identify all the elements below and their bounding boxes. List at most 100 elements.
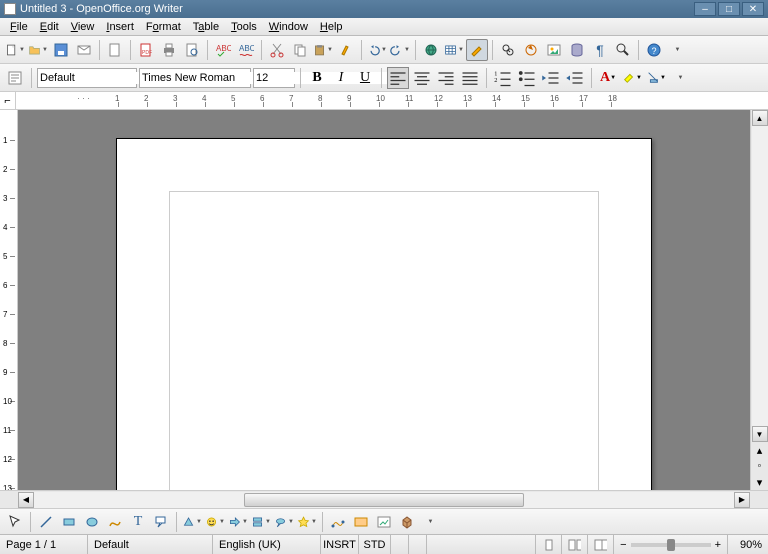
select-tool-button[interactable]	[4, 511, 26, 533]
bullet-list-button[interactable]	[516, 67, 538, 89]
underline-button[interactable]: U	[354, 67, 376, 89]
block-arrows-button[interactable]: ▼	[227, 511, 249, 533]
copy-button[interactable]	[289, 39, 311, 61]
redo-button[interactable]: ▼	[389, 39, 411, 61]
align-left-button[interactable]	[387, 67, 409, 89]
view-layout-book[interactable]	[588, 535, 614, 554]
tab-stop-selector[interactable]: ⌐	[0, 92, 16, 109]
format-paintbrush-button[interactable]	[335, 39, 357, 61]
zoom-slider[interactable]: − +	[614, 535, 728, 554]
gallery-button[interactable]	[543, 39, 565, 61]
vertical-ruler[interactable]: 1234567891011121314	[0, 110, 18, 490]
cut-button[interactable]	[266, 39, 288, 61]
data-sources-button[interactable]	[566, 39, 588, 61]
page[interactable]	[116, 138, 652, 490]
menu-insert[interactable]: Insert	[100, 21, 140, 33]
formatting-overflow-button[interactable]: ▼	[669, 67, 691, 89]
italic-button[interactable]: I	[330, 67, 352, 89]
find-replace-button[interactable]	[497, 39, 519, 61]
print-button[interactable]	[158, 39, 180, 61]
align-center-button[interactable]	[411, 67, 433, 89]
status-language[interactable]: English (UK)	[213, 535, 321, 554]
table-button[interactable]: ▼	[443, 39, 465, 61]
vscroll-track[interactable]	[752, 126, 768, 426]
stars-button[interactable]: ▼	[296, 511, 318, 533]
status-signature[interactable]	[409, 535, 427, 554]
toolbar-overflow-button[interactable]: ▼	[666, 39, 688, 61]
edit-file-button[interactable]	[104, 39, 126, 61]
undo-button[interactable]: ▼	[366, 39, 388, 61]
extrusion-button[interactable]	[396, 511, 418, 533]
from-file-button[interactable]	[373, 511, 395, 533]
scroll-left-button[interactable]: ◀	[18, 492, 34, 508]
minimize-button[interactable]: –	[694, 2, 716, 16]
font-name-combo[interactable]: ▼	[139, 68, 251, 88]
status-modified[interactable]	[391, 535, 409, 554]
font-size-combo[interactable]: ▼	[253, 68, 295, 88]
print-preview-button[interactable]	[181, 39, 203, 61]
increase-indent-button[interactable]	[564, 67, 586, 89]
show-draw-functions-button[interactable]	[466, 39, 488, 61]
basic-shapes-button[interactable]: ▼	[181, 511, 203, 533]
paste-button[interactable]: ▼	[312, 39, 334, 61]
open-button[interactable]: ▼	[27, 39, 49, 61]
zoom-button[interactable]	[612, 39, 634, 61]
nonprinting-chars-button[interactable]: ¶	[589, 39, 611, 61]
line-tool-button[interactable]	[35, 511, 57, 533]
hscroll-thumb[interactable]	[244, 493, 524, 507]
flowchart-button[interactable]: ▼	[250, 511, 272, 533]
status-selection-mode[interactable]: STD	[359, 535, 391, 554]
callout-tool-button[interactable]	[150, 511, 172, 533]
zoom-slider-thumb[interactable]	[667, 539, 675, 551]
zoom-percent[interactable]: 90%	[728, 535, 768, 554]
points-button[interactable]	[327, 511, 349, 533]
next-page-button[interactable]: ▾	[753, 475, 767, 489]
help-button[interactable]: ?	[643, 39, 665, 61]
font-color-button[interactable]: A▼	[597, 67, 619, 89]
status-insert-mode[interactable]: INSRT	[321, 535, 359, 554]
text-tool-button[interactable]: T	[127, 511, 149, 533]
view-layout-auto[interactable]	[562, 535, 588, 554]
close-button[interactable]: ✕	[742, 2, 764, 16]
navigation-button[interactable]: ◦	[753, 459, 767, 473]
align-justify-button[interactable]	[459, 67, 481, 89]
hyperlink-button[interactable]	[420, 39, 442, 61]
freeform-tool-button[interactable]	[104, 511, 126, 533]
decrease-indent-button[interactable]	[540, 67, 562, 89]
menu-edit[interactable]: Edit	[34, 21, 65, 33]
rectangle-tool-button[interactable]	[58, 511, 80, 533]
menu-window[interactable]: Window	[263, 21, 314, 33]
fontwork-button[interactable]	[350, 511, 372, 533]
horizontal-ruler[interactable]: ⌐ · · ·123456789101112131415161718	[0, 92, 768, 110]
scroll-down-button[interactable]: ▼	[752, 426, 768, 442]
vertical-scrollbar[interactable]: ▲ ▼ ▴ ◦ ▾	[750, 110, 768, 490]
save-button[interactable]	[50, 39, 72, 61]
drawing-overflow-button[interactable]: ▼	[419, 511, 441, 533]
styles-window-button[interactable]	[4, 67, 26, 89]
status-page-style[interactable]: Default	[88, 535, 213, 554]
background-color-button[interactable]: ▼	[645, 67, 667, 89]
menu-format[interactable]: Format	[140, 21, 187, 33]
autospellcheck-button[interactable]: ABC	[235, 39, 257, 61]
menu-view[interactable]: View	[65, 21, 101, 33]
symbol-shapes-button[interactable]: ▼	[204, 511, 226, 533]
scroll-up-button[interactable]: ▲	[752, 110, 768, 126]
menu-help[interactable]: Help	[314, 21, 349, 33]
status-page[interactable]: Page 1 / 1	[0, 535, 88, 554]
previous-page-button[interactable]: ▴	[753, 443, 767, 457]
ellipse-tool-button[interactable]	[81, 511, 103, 533]
spellcheck-button[interactable]: ABC	[212, 39, 234, 61]
hscroll-track[interactable]	[34, 492, 734, 508]
document-canvas[interactable]	[18, 110, 750, 490]
horizontal-scrollbar[interactable]: ◀ ▶	[0, 490, 768, 508]
menu-table[interactable]: Table	[187, 21, 225, 33]
menu-tools[interactable]: Tools	[225, 21, 263, 33]
export-pdf-button[interactable]: PDF	[135, 39, 157, 61]
callouts-button[interactable]: ▼	[273, 511, 295, 533]
highlight-button[interactable]: ▼	[621, 67, 643, 89]
bold-button[interactable]: B	[306, 67, 328, 89]
align-right-button[interactable]	[435, 67, 457, 89]
maximize-button[interactable]: □	[718, 2, 740, 16]
new-button[interactable]: ▼	[4, 39, 26, 61]
menu-file[interactable]: File	[4, 21, 34, 33]
